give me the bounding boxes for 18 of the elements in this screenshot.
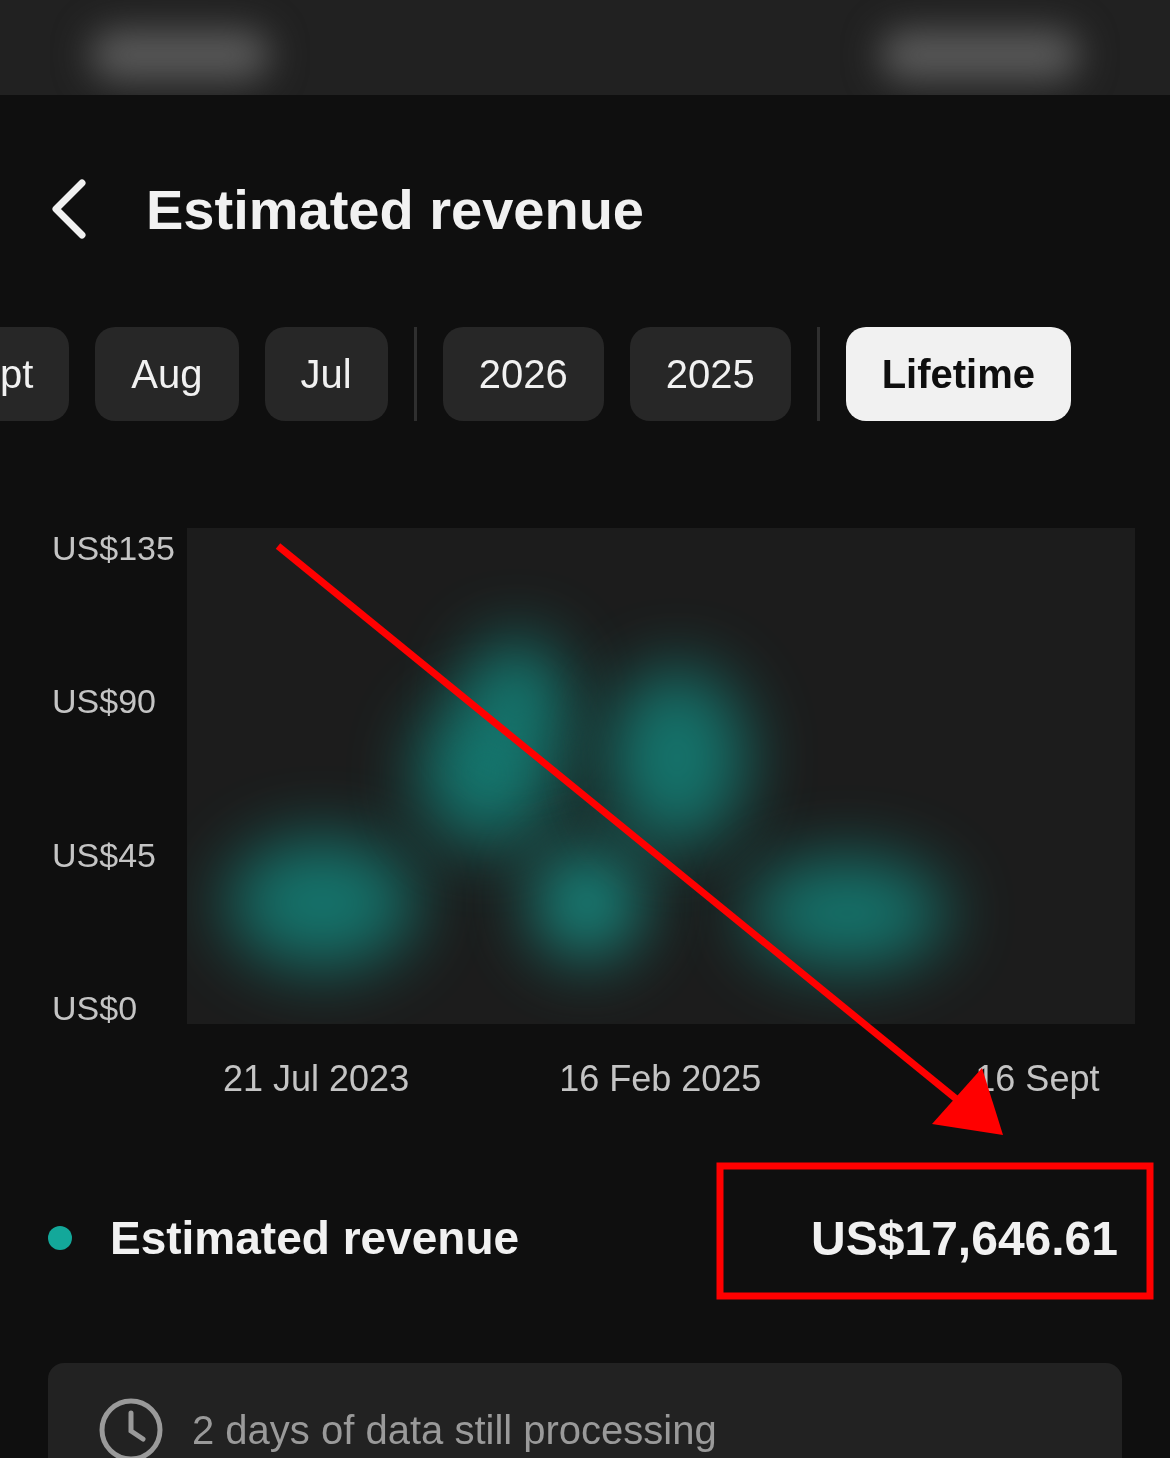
revenue-total: US$17,646.61 xyxy=(811,1210,1118,1266)
filter-chip[interactable]: 2026 xyxy=(442,327,604,421)
y-axis-label: US$90 xyxy=(52,681,157,722)
notice-text: 2 days of data still processing xyxy=(192,1407,717,1454)
filter-chip[interactable]: Lifetime xyxy=(845,327,1071,421)
y-axis-label: US$0 xyxy=(52,988,139,1028)
clock-icon xyxy=(98,1397,164,1458)
filter-chip[interactable]: 2025 xyxy=(629,327,791,421)
back-icon[interactable] xyxy=(50,179,88,239)
page-title: Estimated revenue xyxy=(146,176,644,242)
x-axis-label: 21 Jul 2023 xyxy=(223,1058,410,1098)
filter-chip[interactable]: Jul xyxy=(264,327,388,421)
legend-label: Estimated revenue xyxy=(110,1211,521,1265)
filter-chip[interactable]: Aug xyxy=(95,327,239,421)
y-axis-label: US$135 xyxy=(52,528,176,568)
filter-chip[interactable]: pt xyxy=(0,327,70,421)
x-axis-label: 16 Feb 2025 xyxy=(559,1058,762,1098)
y-axis-label: US$45 xyxy=(52,834,157,875)
